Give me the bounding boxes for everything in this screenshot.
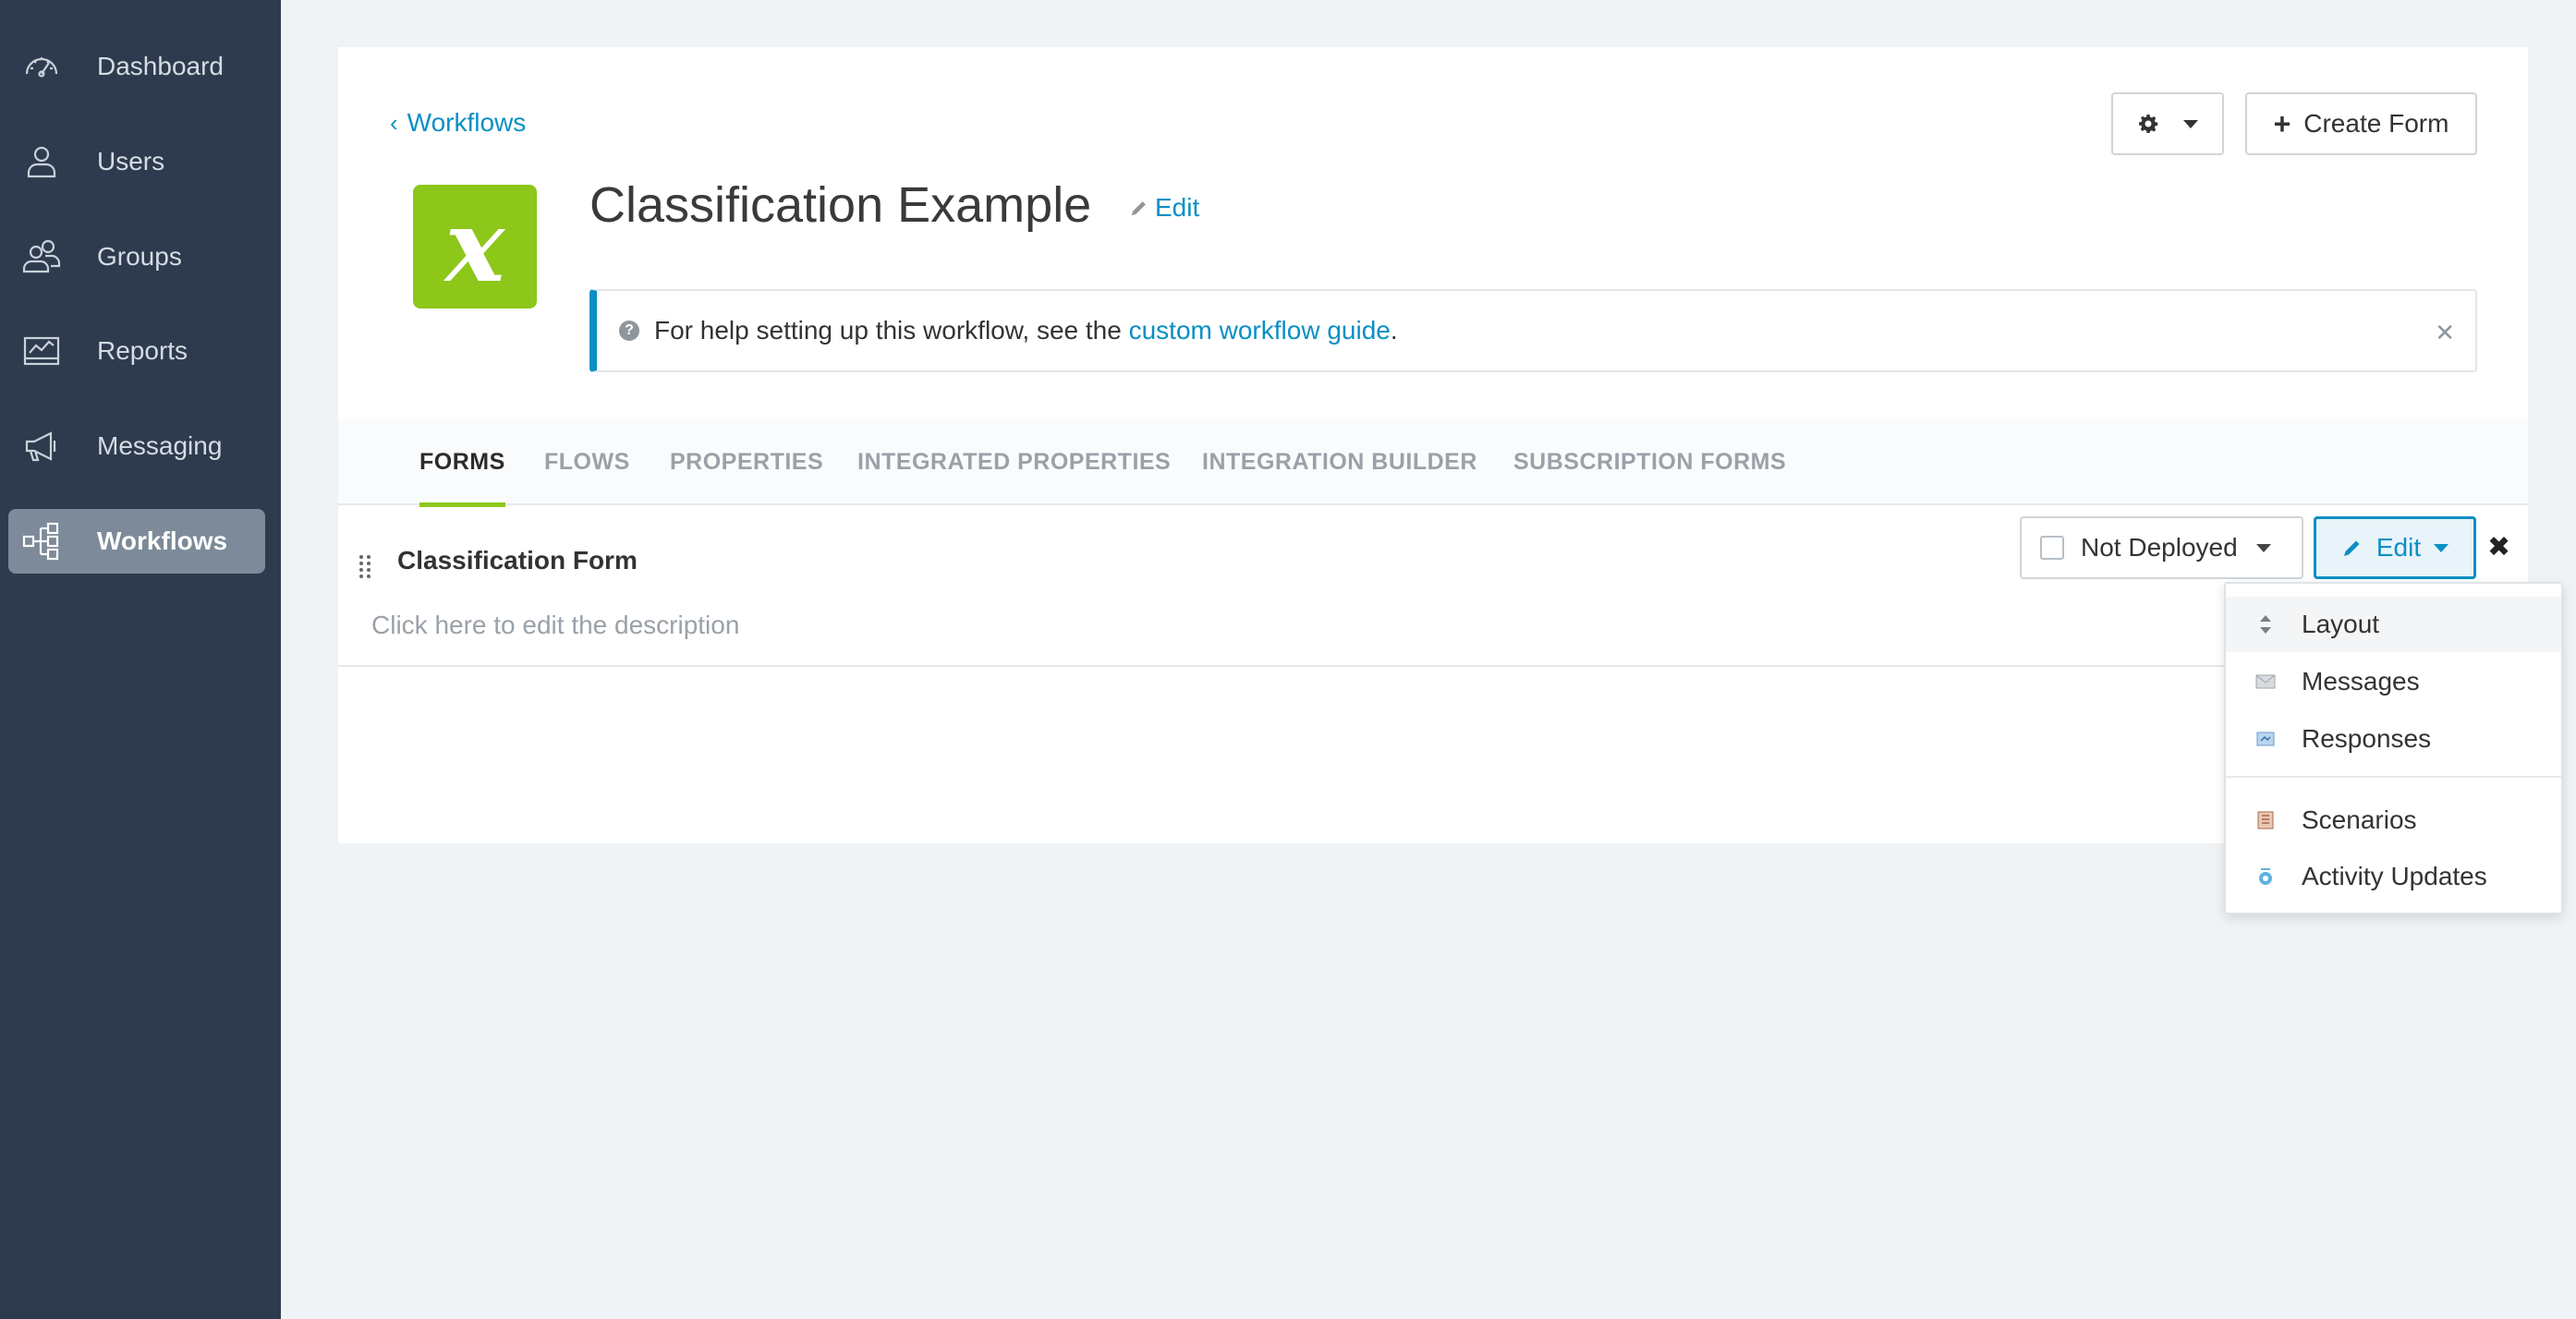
- gear-icon: [2139, 115, 2158, 133]
- workflow-tabs: FORMS FLOWS PROPERTIES INTEGRATED PROPER…: [338, 418, 2528, 507]
- tab-subscription-forms[interactable]: SUBSCRIPTION FORMS: [1513, 418, 1786, 505]
- create-form-button[interactable]: + Create Form: [2245, 92, 2477, 155]
- scenarios-icon: [2255, 810, 2276, 830]
- activity-updates-icon: [2255, 866, 2276, 887]
- chevron-left-icon: ‹: [390, 109, 398, 137]
- help-text: For help setting up this workflow, see t…: [654, 316, 1398, 345]
- plus-icon: +: [2273, 107, 2291, 140]
- deploy-checkbox[interactable]: [2040, 536, 2064, 560]
- tab-flows[interactable]: FLOWS: [544, 418, 630, 505]
- sidebar-item-users[interactable]: Users: [8, 129, 265, 194]
- edit-title-link[interactable]: Edit: [1129, 193, 1199, 223]
- speedometer-icon: [18, 42, 66, 91]
- sidebar: Dashboard Users Groups Reports Messaging…: [0, 0, 281, 1319]
- chevron-down-icon: [2183, 119, 2198, 128]
- menu-item-responses[interactable]: Responses: [2226, 711, 2561, 767]
- close-icon[interactable]: ✕: [2435, 319, 2455, 347]
- help-banner: ? For help setting up this workflow, see…: [589, 289, 2477, 372]
- tab-forms[interactable]: FORMS: [419, 418, 505, 507]
- chevron-down-icon: [2255, 543, 2271, 552]
- page-title: Classification Example: [589, 177, 1092, 233]
- sidebar-item-label: Groups: [97, 242, 182, 271]
- sidebar-item-groups[interactable]: Groups: [8, 224, 265, 289]
- sidebar-item-workflows[interactable]: Workflows: [8, 509, 265, 574]
- menu-item-layout[interactable]: Layout: [2226, 597, 2561, 652]
- workflow-logo: x: [413, 185, 537, 309]
- sidebar-item-dashboard[interactable]: Dashboard: [8, 34, 265, 99]
- workflow-icon: [18, 517, 66, 565]
- sidebar-item-label: Messaging: [97, 431, 223, 460]
- user-icon: [18, 138, 66, 186]
- back-to-workflows-link[interactable]: ‹ Workflows: [390, 108, 526, 138]
- pencil-icon: [2343, 540, 2360, 556]
- workflow-card: ‹ Workflows x Classification Example Edit…: [338, 47, 2528, 843]
- users-group-icon: [18, 233, 66, 281]
- megaphone-icon: [18, 422, 66, 470]
- question-circle-icon: ?: [619, 321, 639, 341]
- chart-icon: [18, 327, 66, 375]
- sidebar-item-label: Reports: [97, 336, 188, 365]
- settings-dropdown-button[interactable]: [2111, 92, 2224, 155]
- drag-handle-icon[interactable]: [358, 553, 372, 581]
- responses-icon: [2255, 729, 2276, 749]
- sidebar-item-label: Users: [97, 147, 165, 175]
- form-description[interactable]: Click here to edit the description: [371, 611, 739, 640]
- tab-integration-builder[interactable]: INTEGRATION BUILDER: [1202, 418, 1477, 505]
- remove-form-icon[interactable]: ✖: [2487, 531, 2510, 563]
- tab-properties[interactable]: PROPERTIES: [670, 418, 823, 505]
- chevron-down-icon: [2434, 543, 2449, 552]
- envelope-icon: [2255, 672, 2276, 692]
- menu-item-scenarios[interactable]: Scenarios: [2226, 793, 2561, 848]
- pencil-icon: [1131, 201, 1146, 216]
- sidebar-item-reports[interactable]: Reports: [8, 319, 265, 383]
- form-row: Classification Form Click here to edit t…: [338, 505, 2528, 667]
- sidebar-item-messaging[interactable]: Messaging: [8, 414, 265, 478]
- edit-dropdown-menu: Layout Messages Responses Scenarios Acti…: [2224, 582, 2563, 914]
- menu-item-messages[interactable]: Messages: [2226, 654, 2561, 709]
- form-title[interactable]: Classification Form: [397, 546, 638, 575]
- deploy-status-dropdown[interactable]: Not Deployed: [2020, 516, 2303, 579]
- sidebar-item-label: Workflows: [97, 526, 228, 555]
- menu-item-activity-updates[interactable]: Activity Updates: [2226, 849, 2561, 904]
- custom-workflow-guide-link[interactable]: custom workflow guide: [1129, 316, 1391, 345]
- layout-icon: [2255, 614, 2276, 635]
- sidebar-item-label: Dashboard: [97, 52, 224, 80]
- tab-integrated-properties[interactable]: INTEGRATED PROPERTIES: [857, 418, 1171, 505]
- edit-form-dropdown-button[interactable]: Edit: [2314, 516, 2476, 579]
- menu-divider: [2226, 776, 2561, 778]
- workflow-header: ‹ Workflows x Classification Example Edit…: [338, 47, 2528, 417]
